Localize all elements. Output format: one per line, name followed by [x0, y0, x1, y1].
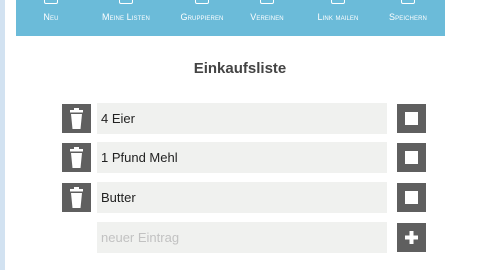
trash-icon [70, 147, 83, 168]
add-item-button[interactable] [397, 223, 426, 252]
mail-icon [331, 0, 345, 4]
trash-icon [70, 187, 83, 208]
toolbar-new-label: Neu [43, 12, 59, 22]
list-item: 1 Pfund Mehl [0, 142, 480, 174]
toolbar-merge-label: Vereinen [250, 12, 284, 22]
cart-icon [44, 0, 58, 4]
delete-item-button[interactable] [62, 104, 91, 133]
delete-item-button[interactable] [62, 143, 91, 172]
toolbar-group-button[interactable]: Gruppieren [170, 0, 234, 36]
toolbar-group-label: Gruppieren [180, 12, 224, 22]
toolbar-mail-link-button[interactable]: Link mailen [306, 0, 370, 36]
item-text-field[interactable]: 4 Eier [97, 103, 387, 134]
new-entry-row [0, 222, 480, 254]
merge-icon [260, 0, 274, 4]
toolbar-merge-button[interactable]: Vereinen [244, 0, 290, 36]
item-text-field[interactable]: Butter [97, 182, 387, 213]
save-icon [401, 0, 415, 4]
page: Neu Meine Listen Gruppieren Vereinen Lin… [0, 0, 480, 270]
toolbar-mail-link-label: Link mailen [317, 12, 359, 22]
check-item-button[interactable] [397, 104, 426, 133]
checkbox-icon [405, 191, 418, 204]
toolbar-my-lists-button[interactable]: Meine Listen [94, 0, 158, 36]
group-icon [195, 0, 209, 4]
toolbar-my-lists-label: Meine Listen [102, 12, 150, 22]
cart-icon [119, 0, 133, 4]
check-item-button[interactable] [397, 143, 426, 172]
toolbar-new-button[interactable]: Neu [36, 0, 66, 36]
delete-item-button[interactable] [62, 183, 91, 212]
item-text-field[interactable]: 1 Pfund Mehl [97, 142, 387, 173]
checkbox-icon [405, 151, 418, 164]
toolbar-save-button[interactable]: Speichern [378, 0, 438, 36]
toolbar-save-label: Speichern [389, 12, 427, 22]
trash-icon [70, 108, 83, 129]
check-item-button[interactable] [397, 183, 426, 212]
list-title: Einkaufsliste [193, 60, 287, 77]
toolbar: Neu Meine Listen Gruppieren Vereinen Lin… [16, 0, 445, 36]
list-item: 4 Eier [0, 103, 480, 135]
list-item: Butter [0, 182, 480, 214]
plus-icon [405, 231, 418, 244]
new-entry-input[interactable] [97, 222, 387, 253]
checkbox-icon [405, 112, 418, 125]
